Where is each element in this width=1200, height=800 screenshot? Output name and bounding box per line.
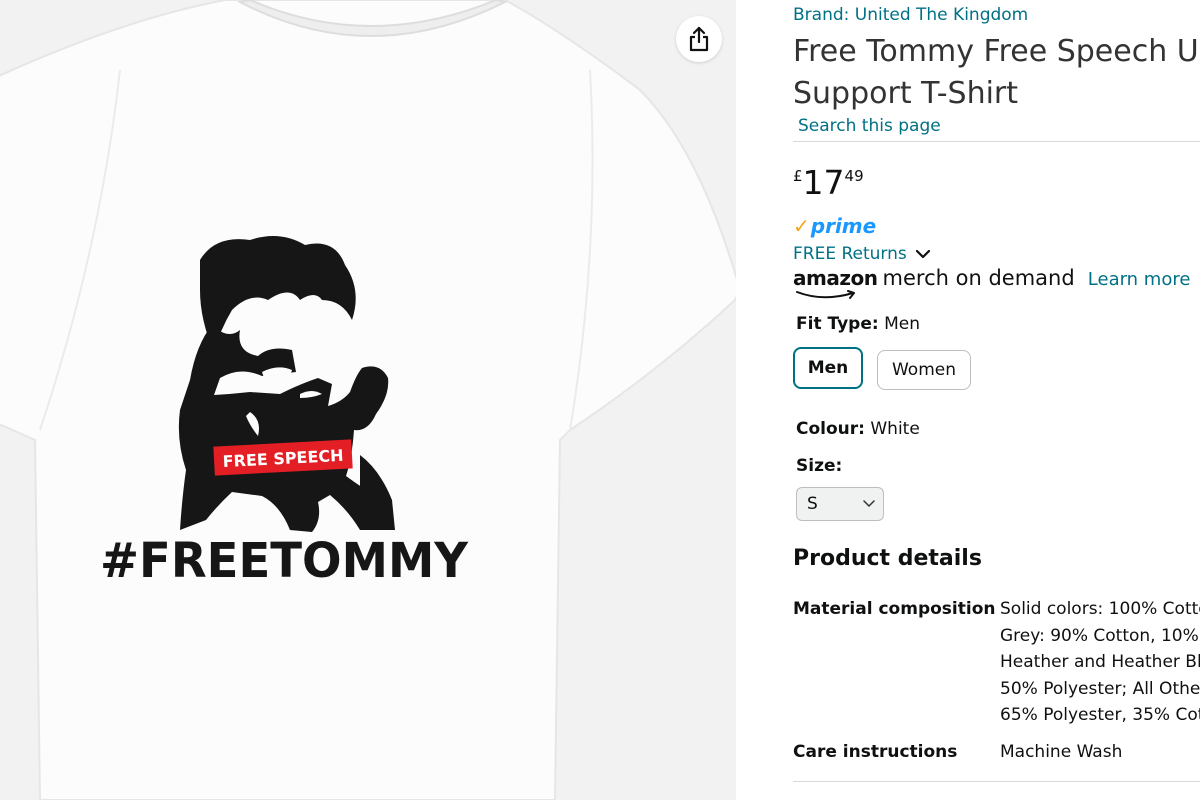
fit-type-row: Fit Type: Men: [796, 314, 920, 334]
spec-value-line: Machine Wash: [1000, 742, 1123, 762]
size-dropdown[interactable]: S: [796, 487, 884, 521]
price: £1749: [793, 163, 864, 202]
spec-value-line: 50% Polyester; All Othe: [1000, 678, 1200, 699]
share-button[interactable]: [676, 16, 722, 62]
spec-value-line: Solid colors: 100% Cotto: [1000, 599, 1200, 619]
merch-on-demand: amazon merch on demand Learn more: [793, 266, 1190, 300]
product-image-panel[interactable]: FREE SPEECH #FREETOMMY: [0, 0, 736, 800]
product-details-heading: Product details: [793, 546, 982, 571]
colour-label: Colour:: [796, 419, 865, 439]
hashtag-text: #FREETOMMY: [100, 533, 469, 589]
free-returns-link[interactable]: FREE Returns: [793, 244, 931, 264]
size-selected: S: [807, 494, 818, 514]
free-returns-label: FREE Returns: [793, 244, 907, 264]
price-symbol: £: [793, 167, 803, 185]
colour-row: Colour: White: [796, 419, 920, 439]
chevron-down-icon: [863, 500, 875, 507]
spec-value-line: 65% Polyester, 35% Cot: [1000, 705, 1200, 725]
spec-value-line: Grey: 90% Cotton, 10%: [1000, 625, 1199, 646]
prime-badge: ✓prime: [793, 214, 876, 238]
divider: [793, 141, 1200, 142]
prime-check-icon: ✓: [793, 214, 810, 238]
amazon-logo: amazon: [793, 266, 878, 290]
spec-value-material: Solid colors: 100% Cotto Grey: 90% Cotto…: [1000, 596, 1200, 729]
product-title: Free Tommy Free Speech UK Support T-Shir…: [793, 31, 1200, 115]
product-info: Brand: United The Kingdom Free Tommy Fre…: [793, 0, 1200, 800]
size-row: Size:: [796, 456, 842, 476]
fit-option-men[interactable]: Men: [793, 347, 863, 389]
merch-on-demand-label: merch on demand: [882, 266, 1075, 290]
price-fraction: 49: [844, 167, 864, 185]
amazon-smile-icon: [796, 290, 855, 299]
divider: [793, 781, 1200, 782]
chevron-down-icon: [916, 249, 931, 259]
fit-type-value: Men: [884, 314, 920, 334]
fit-option-women[interactable]: Women: [877, 350, 971, 390]
tshirt-image: FREE SPEECH #FREETOMMY: [0, 0, 736, 800]
colour-value: White: [870, 419, 920, 439]
size-label: Size:: [796, 456, 843, 476]
prime-label: prime: [810, 214, 877, 238]
spec-key-material: Material composition: [793, 599, 996, 619]
learn-more-link[interactable]: Learn more: [1088, 269, 1191, 290]
fit-type-label: Fit Type:: [796, 314, 879, 334]
spec-key-care: Care instructions: [793, 742, 958, 762]
brand-link[interactable]: Brand: United The Kingdom: [793, 5, 1028, 25]
spec-value-line: Heather and Heather Blu: [1000, 652, 1200, 672]
product-title-line1: Free Tommy Free Speech UK: [793, 34, 1200, 69]
product-title-line2: Support T-Shirt: [793, 76, 1019, 111]
spec-value-care: Machine Wash: [1000, 739, 1122, 766]
search-this-page-link[interactable]: Search this page: [798, 116, 941, 136]
price-whole: 17: [802, 163, 845, 202]
share-icon: [689, 26, 709, 52]
